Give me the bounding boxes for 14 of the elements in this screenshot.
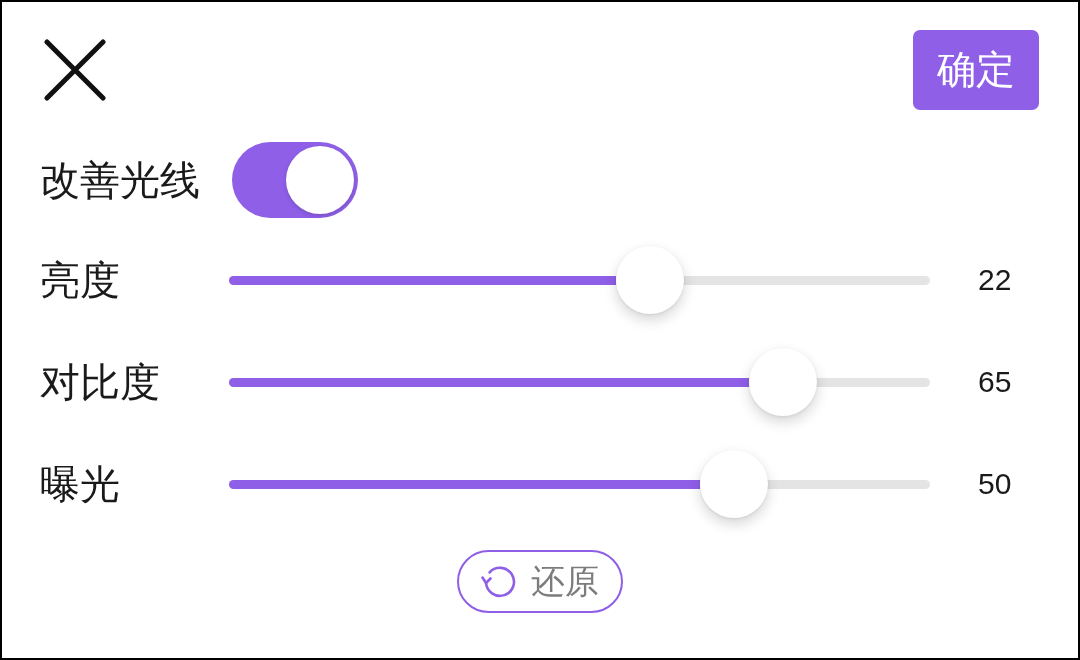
slider-thumb[interactable] [748, 348, 817, 416]
slider-value: 22 [978, 263, 1012, 297]
close-icon [44, 39, 106, 101]
reset-button[interactable]: 还原 [456, 550, 623, 613]
slider-value: 65 [978, 365, 1012, 399]
toggle-label: 改善光线 [40, 156, 201, 204]
slider-value: 50 [978, 467, 1012, 501]
slider-label: 亮度 [40, 256, 121, 304]
slider-thumb[interactable] [615, 246, 684, 314]
slider-thumb[interactable] [699, 450, 768, 518]
close-button[interactable] [44, 39, 106, 101]
slider-label: 对比度 [40, 358, 161, 406]
slider-label: 曝光 [40, 460, 121, 508]
confirm-button[interactable]: 确定 [913, 30, 1039, 110]
